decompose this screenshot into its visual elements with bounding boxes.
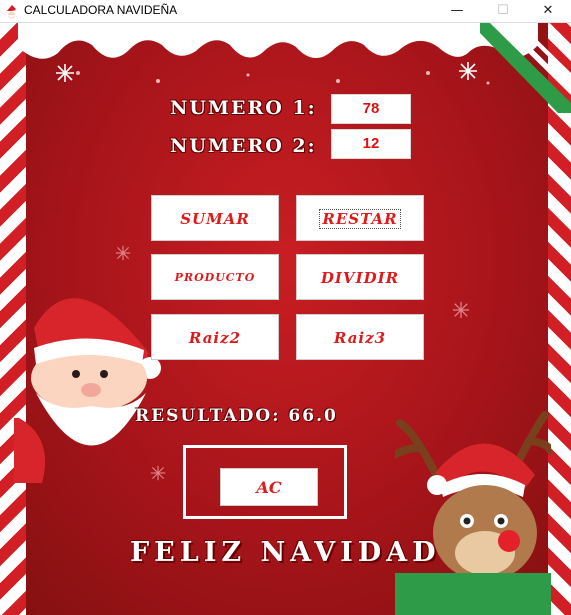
- raiz2-button[interactable]: Raiz2: [151, 314, 279, 360]
- snowflake-icon: [56, 64, 74, 82]
- santa-icon: [6, 5, 19, 19]
- title-bar: CALCULADORA NAVIDEÑA — ☐ ✕: [0, 0, 571, 23]
- feliz-navidad-banner: FELIZ NAVIDAD: [130, 537, 441, 568]
- santa-icon: [14, 298, 161, 483]
- producto-button[interactable]: PRODUCTO: [151, 254, 279, 300]
- window-title: CALCULADORA NAVIDEÑA: [24, 3, 178, 17]
- dividir-button[interactable]: DIVIDIR: [296, 254, 424, 300]
- numero1-label: NUMERO 1:: [170, 97, 317, 119]
- restar-button[interactable]: RESTAR: [296, 195, 424, 241]
- sumar-button[interactable]: SUMAR: [151, 195, 279, 241]
- snowflake-icon: [459, 62, 477, 80]
- ribbon-icon: [480, 23, 571, 113]
- snowflake-icon: [115, 245, 131, 261]
- numero1-input[interactable]: 78: [331, 94, 411, 124]
- numero2-input[interactable]: 12: [331, 129, 411, 159]
- calculator-window: CALCULADORA NAVIDEÑA — ☐ ✕ NUMERO 1: NUM…: [0, 0, 571, 615]
- maximize-button[interactable]: ☐: [480, 0, 526, 22]
- minimize-button[interactable]: —: [434, 0, 480, 22]
- numero2-label: NUMERO 2:: [170, 135, 317, 157]
- clear-button[interactable]: AC: [220, 468, 318, 506]
- restar-button-label: RESTAR: [319, 209, 401, 229]
- snow-top-decoration: [18, 23, 538, 85]
- result-label: RESULTADO: 66.0: [135, 406, 338, 426]
- close-button[interactable]: ✕: [525, 0, 571, 22]
- reindeer-icon: [395, 411, 551, 615]
- raiz3-button[interactable]: Raiz3: [296, 314, 424, 360]
- snowflake-icon: [452, 301, 470, 319]
- christmas-background: NUMERO 1: NUMERO 2: 78 12 SUMAR RESTAR P…: [0, 23, 571, 615]
